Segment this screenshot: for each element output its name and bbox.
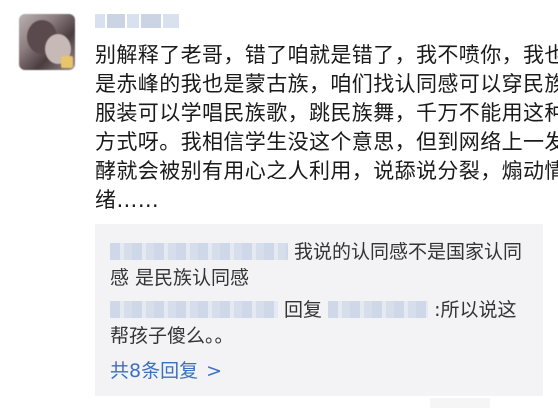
username-masked[interactable] (95, 10, 181, 32)
username-mask-block (95, 14, 105, 28)
reply-text: 帮孩子傻么。。 (110, 325, 234, 347)
reply-author-masked[interactable] (110, 243, 288, 260)
comment-text-line: 是赤峰的我也是蒙古族，咱们找认同感可以穿民族 (95, 72, 558, 96)
avatar[interactable] (19, 14, 75, 70)
username-mask-block (163, 14, 179, 28)
comment-text: 别解释了老哥，错了咱就是错了，我不喷你，我也 是赤峰的我也是蒙古族，咱们找认同感… (95, 41, 558, 215)
comment-text-line: 服装可以学唱民族歌，跳民族舞，千万不能用这种 (95, 101, 558, 125)
avatar-badge-icon (61, 56, 73, 68)
bottom-edge-artifact (430, 398, 490, 408)
reply-text: 我说的认同感不是国家认同 (294, 241, 523, 263)
username-mask-block (127, 14, 139, 28)
more-replies-link[interactable]: 共8条回复 > (110, 358, 222, 384)
reply-word: 回复 (284, 299, 323, 321)
comment-text-line: 方式呀。我相信学生没这个意思，但到网络上一发 (95, 130, 558, 154)
reply-line: 回复 :所以说这 (110, 297, 535, 323)
comment-card: 别解释了老哥，错了咱就是错了，我不喷你，我也 是赤峰的我也是蒙古族，咱们找认同感… (0, 0, 558, 412)
reply-text: :所以说这 (434, 299, 517, 321)
reply-target-masked[interactable] (328, 301, 429, 318)
reply-author-masked[interactable] (110, 301, 278, 318)
comment-text-line: 绪…… (95, 188, 160, 212)
reply-text: 感 是民族认同感 (110, 267, 250, 289)
username-mask-block (107, 14, 125, 28)
reply-item[interactable]: 我说的认同感不是国家认同 感 是民族认同感 (110, 239, 535, 291)
reply-item[interactable]: 回复 :所以说这 帮孩子傻么。。 (110, 297, 535, 349)
replies-panel: 我说的认同感不是国家认同 感 是民族认同感 回复 :所以说这 帮孩子傻么。。 共… (95, 224, 543, 396)
comment-text-line: 酵就会被别有用心之人利用，说舔说分裂，煽动情 (95, 159, 558, 183)
chevron-right-icon: > (206, 360, 223, 382)
more-replies-label: 共8条回复 (110, 360, 199, 382)
comment-text-line: 别解释了老哥，错了咱就是错了，我不喷你，我也 (95, 43, 558, 67)
username-mask-block (141, 14, 161, 28)
reply-line: 我说的认同感不是国家认同 (110, 239, 535, 265)
